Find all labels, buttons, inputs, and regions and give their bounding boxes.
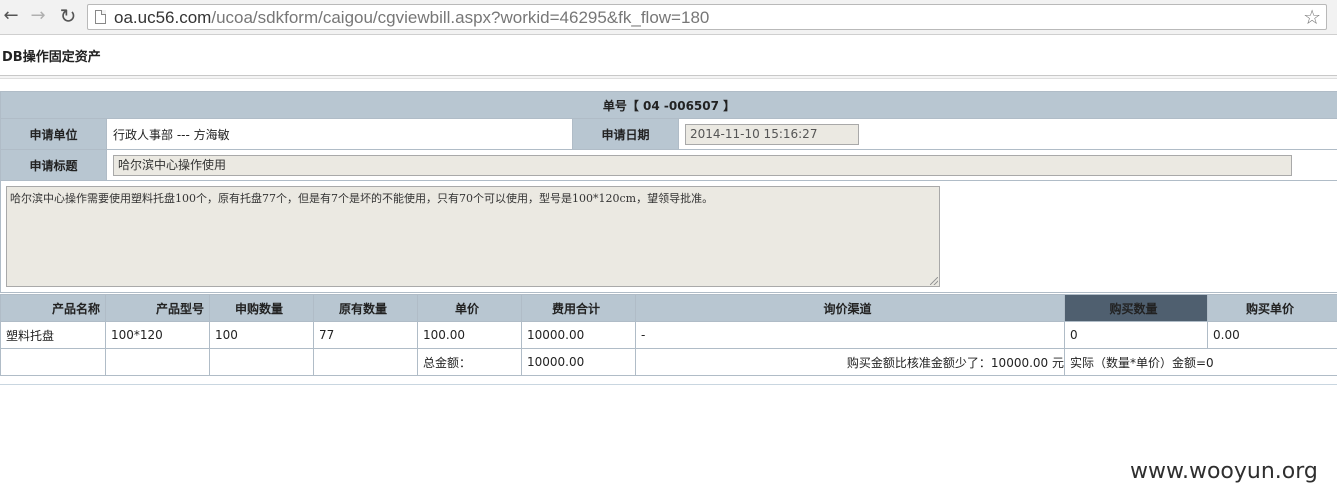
page-icon	[95, 10, 106, 24]
total-amount-value: 10000.00	[521, 348, 636, 376]
cell-model: 100*120	[105, 321, 210, 349]
col-header-product-name: 产品名称	[0, 294, 106, 322]
cell-inquiry-channel: -	[635, 321, 1065, 349]
bill-form-table: 单号【 04 -006507 】 申请单位 行政人事部 --- 方海敏 申请日期…	[0, 91, 1337, 293]
browser-toolbar: ← → ↻ oa.uc56.com/ucoa/sdkform/caigou/cg…	[0, 0, 1337, 35]
back-arrow-icon[interactable]: ←	[0, 5, 22, 27]
bookmark-star-icon[interactable]: ☆	[1303, 6, 1321, 28]
apply-title-field[interactable]: 哈尔滨中心操作使用	[113, 154, 1292, 176]
apply-date-label: 申请日期	[572, 118, 679, 150]
actual-amount-note: 实际（数量*单价）金额=0	[1064, 348, 1337, 376]
amount-difference-note: 购买金额比核准金额少了：10000.00 元	[635, 348, 1065, 376]
url-host: oa.uc56.com	[114, 8, 212, 27]
cell-purchase-qty: 0	[1064, 321, 1208, 349]
url-path: /ucoa/sdkform/caigou/cgviewbill.aspx?wor…	[211, 8, 710, 27]
empty-cell	[0, 348, 106, 376]
applicant-unit-label: 申请单位	[0, 118, 107, 150]
products-table: 产品名称 产品型号 申购数量 原有数量 单价 费用合计 询价渠道 购买数量 购买…	[0, 294, 1337, 376]
empty-cell	[209, 348, 314, 376]
bottom-divider	[0, 384, 1337, 385]
col-header-purchase-qty: 购买数量	[1064, 294, 1208, 322]
url-text[interactable]: oa.uc56.com/ucoa/sdkform/caigou/cgviewbi…	[114, 8, 709, 28]
cell-unit-price: 100.00	[417, 321, 522, 349]
col-header-purchase-price: 购买单价	[1207, 294, 1337, 322]
page-title: DB操作固定资产	[2, 50, 101, 65]
col-header-model: 产品型号	[105, 294, 210, 322]
reload-icon[interactable]: ↻	[57, 5, 79, 27]
cell-purchase-price: 0.00	[1207, 321, 1337, 349]
bill-number: 单号【 04 -006507 】	[0, 91, 1337, 119]
watermark: www.wooyun.org	[1130, 459, 1318, 484]
table-row: 塑料托盘 100*120 100 77 100.00 10000.00 - 0 …	[0, 321, 1337, 349]
col-header-requested-qty: 申购数量	[209, 294, 314, 322]
cell-product-name: 塑料托盘	[0, 321, 106, 349]
empty-cell	[313, 348, 418, 376]
cell-requested-qty: 100	[209, 321, 314, 349]
col-header-existing-qty: 原有数量	[313, 294, 418, 322]
address-bar[interactable]: oa.uc56.com/ucoa/sdkform/caigou/cgviewbi…	[87, 4, 1327, 30]
cell-total-cost: 10000.00	[521, 321, 636, 349]
totals-row: 总金额： 10000.00 购买金额比核准金额少了：10000.00 元 实际（…	[0, 348, 1337, 376]
resize-grip-icon[interactable]	[930, 277, 938, 285]
col-header-unit-price: 单价	[417, 294, 522, 322]
title-divider	[0, 75, 1337, 79]
forward-arrow-icon[interactable]: →	[27, 5, 49, 27]
empty-cell	[105, 348, 210, 376]
col-header-total-cost: 费用合计	[521, 294, 636, 322]
apply-title-label: 申请标题	[0, 149, 107, 181]
description-text: 哈尔滨中心操作需要使用塑料托盘100个，原有托盘77个，但是有7个是坏的不能使用…	[10, 192, 714, 205]
products-header-row: 产品名称 产品型号 申购数量 原有数量 单价 费用合计 询价渠道 购买数量 购买…	[0, 294, 1337, 322]
apply-date-field[interactable]: 2014-11-10 15:16:27	[685, 123, 859, 145]
cell-existing-qty: 77	[313, 321, 418, 349]
col-header-inquiry-channel: 询价渠道	[635, 294, 1065, 322]
description-textarea[interactable]: 哈尔滨中心操作需要使用塑料托盘100个，原有托盘77个，但是有7个是坏的不能使用…	[6, 186, 940, 287]
total-amount-label: 总金额：	[417, 348, 522, 376]
applicant-unit-value: 行政人事部 --- 方海敏	[106, 118, 573, 150]
